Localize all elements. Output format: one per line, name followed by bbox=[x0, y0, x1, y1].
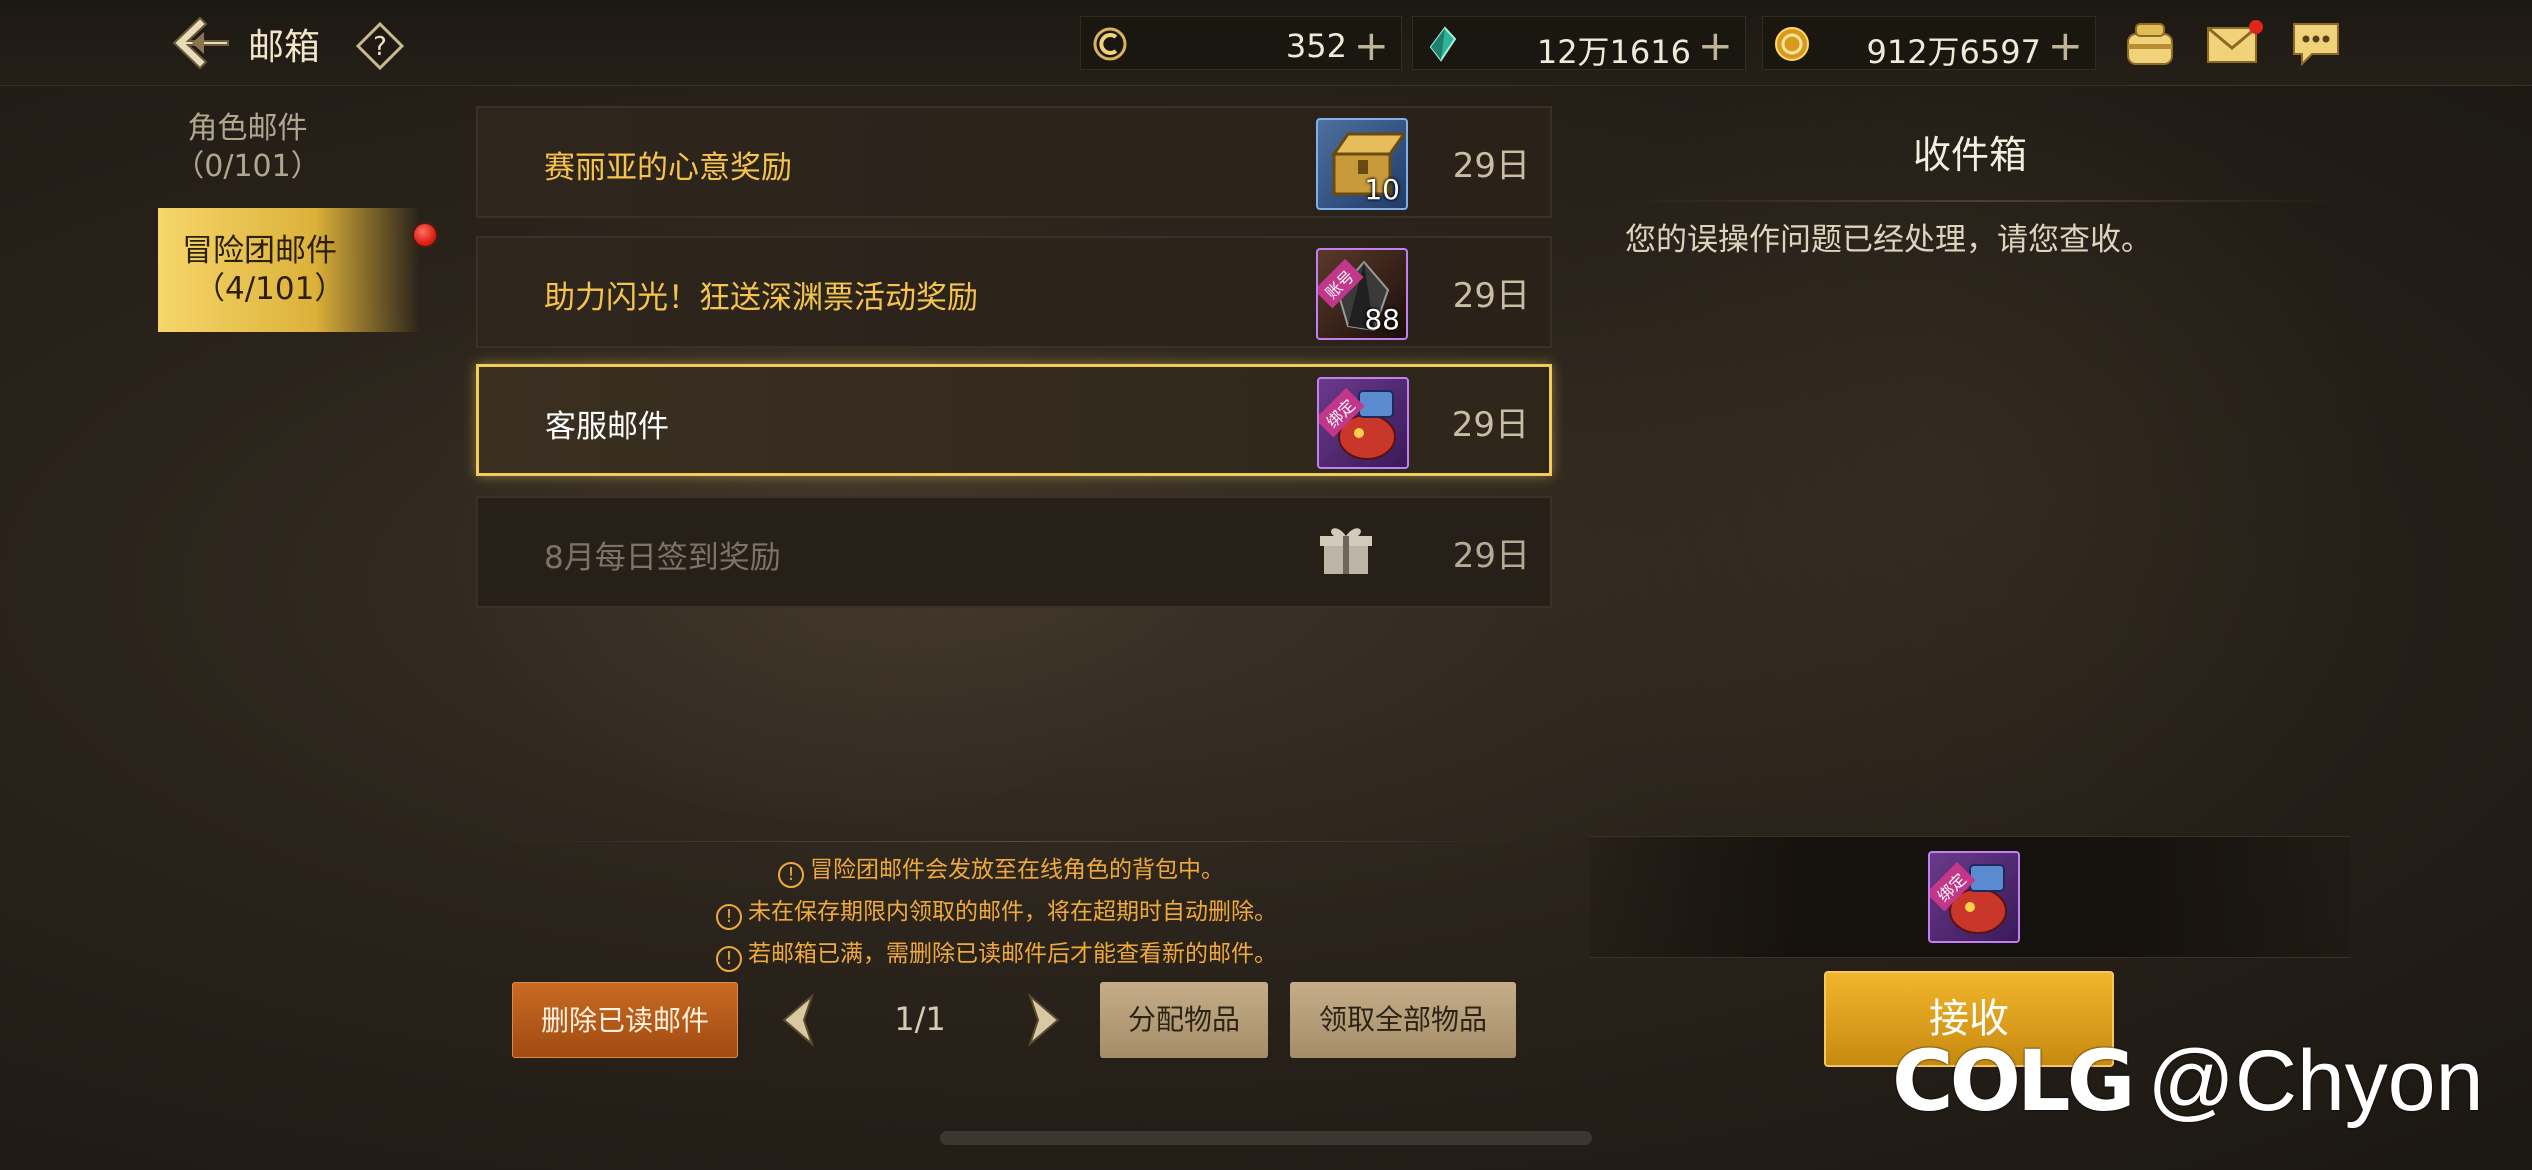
bound-item-icon: 绑定 bbox=[1317, 377, 1409, 469]
notice-line: ! 未在保存期限内领取的邮件，将在超期时自动删除。 bbox=[716, 892, 1277, 930]
pouch-button[interactable] bbox=[2122, 18, 2178, 70]
divider bbox=[480, 841, 1550, 842]
tab-count: （0/101） bbox=[174, 149, 321, 184]
help-icon: ? bbox=[355, 21, 405, 71]
mail-subject: 8月每日签到奖励 bbox=[544, 540, 781, 576]
resource-value: 12万1616 bbox=[1536, 33, 1691, 71]
notice-text: 冒险团邮件会发放至在线角色的背包中。 bbox=[810, 857, 1224, 883]
notice-text: 若邮箱已满，需删除已读邮件后才能查看新的邮件。 bbox=[748, 941, 1277, 967]
watermark-logo: COLG bbox=[1892, 1032, 2136, 1130]
next-page-button[interactable] bbox=[1024, 990, 1064, 1050]
chat-button[interactable] bbox=[2288, 18, 2344, 70]
watermark: COLG @Chyon bbox=[1892, 1032, 2483, 1130]
mail-item-selected[interactable]: 客服邮件 绑定 29日 bbox=[476, 364, 1552, 476]
warning-icon: ! bbox=[716, 904, 742, 930]
watermark-text: @Chyon bbox=[2147, 1032, 2484, 1129]
prev-page-button[interactable] bbox=[778, 990, 818, 1050]
mail-subject: 客服邮件 bbox=[545, 409, 669, 445]
mail-item-read[interactable]: 8月每日签到奖励 29日 bbox=[476, 496, 1552, 608]
page-indicator: 1/1 bbox=[894, 1000, 946, 1038]
mail-days-remaining: 29日 bbox=[1451, 405, 1529, 445]
claim-all-button[interactable]: 领取全部物品 bbox=[1290, 982, 1516, 1058]
mail-days-remaining: 29日 bbox=[1452, 146, 1530, 186]
svg-text:?: ? bbox=[373, 32, 387, 62]
resource-value: 352 bbox=[1285, 27, 1347, 65]
resource-counter-gems: 12万1616 + bbox=[1412, 16, 1746, 71]
mail-button[interactable] bbox=[2204, 18, 2263, 70]
chat-bubble-icon bbox=[2293, 23, 2339, 67]
pouch-icon bbox=[2127, 23, 2173, 65]
add-coins-button[interactable]: + bbox=[1354, 21, 1389, 70]
inbox-title: 收件箱 bbox=[1912, 133, 2027, 177]
page-title: 邮箱 bbox=[248, 27, 321, 68]
gold-coin-icon bbox=[1775, 27, 1809, 61]
tab-adventure-team-mail[interactable]: 冒险团邮件 （4/101） bbox=[158, 208, 420, 332]
tab-label: 冒险团邮件 bbox=[182, 233, 337, 269]
mail-subject: 助力闪光！狂送深渊票活动奖励 bbox=[544, 280, 978, 316]
delete-read-button[interactable]: 删除已读邮件 bbox=[512, 982, 738, 1058]
tab-character-mail[interactable]: 角色邮件 （0/101） bbox=[160, 110, 335, 190]
notice-text: 未在保存期限内领取的邮件，将在超期时自动删除。 bbox=[748, 899, 1277, 925]
notice-line: ! 若邮箱已满，需删除已读邮件后才能查看新的邮件。 bbox=[716, 934, 1277, 972]
back-arrow-icon bbox=[172, 16, 229, 70]
resource-value: 912万6597 bbox=[1866, 33, 2041, 71]
top-bar: 邮箱 ? 352 + 12万1616 + 912万6597 + bbox=[0, 0, 2532, 86]
item-quantity: 10 bbox=[1364, 173, 1400, 206]
gift-box-icon bbox=[1320, 528, 1372, 574]
chevron-left-icon bbox=[782, 992, 815, 1048]
back-button[interactable] bbox=[170, 14, 232, 72]
help-button[interactable]: ? bbox=[355, 21, 405, 71]
add-gems-button[interactable]: + bbox=[1698, 21, 1733, 70]
tab-count: （4/101） bbox=[194, 271, 346, 307]
home-indicator[interactable] bbox=[940, 1131, 1592, 1145]
mail-days-remaining: 29日 bbox=[1452, 276, 1530, 316]
envelope-icon bbox=[2207, 20, 2263, 63]
mail-subject: 赛丽亚的心意奖励 bbox=[544, 150, 792, 186]
resource-counter-gold: 912万6597 + bbox=[1762, 16, 2096, 71]
notification-dot bbox=[2249, 20, 2263, 34]
mail-item[interactable]: 赛丽亚的心意奖励 10 29日 bbox=[476, 106, 1552, 218]
mail-body: 您的误操作问题已经处理，请您查收。 bbox=[1625, 222, 2152, 258]
tab-label: 角色邮件 bbox=[187, 111, 308, 146]
item-quantity: 88 bbox=[1364, 303, 1400, 336]
mail-days-remaining: 29日 bbox=[1452, 536, 1530, 576]
green-gem-icon bbox=[1429, 26, 1457, 62]
warning-icon: ! bbox=[716, 946, 742, 972]
abyss-ticket-item-icon: 账号 88 bbox=[1316, 248, 1408, 340]
mail-item[interactable]: 助力闪光！狂送深渊票活动奖励 账号 88 29日 bbox=[476, 236, 1552, 348]
coin-c-icon bbox=[1093, 27, 1127, 61]
treasure-chest-item-icon: 10 bbox=[1316, 118, 1408, 210]
alert-badge bbox=[412, 222, 438, 248]
divider bbox=[1620, 200, 2340, 202]
attachment-item[interactable]: 绑定 bbox=[1928, 851, 2020, 943]
notice-line: ! 冒险团邮件会发放至在线角色的背包中。 bbox=[778, 850, 1224, 888]
distribute-items-button[interactable]: 分配物品 bbox=[1100, 982, 1268, 1058]
resource-counter-coins: 352 + bbox=[1080, 16, 1402, 70]
chevron-right-icon bbox=[1027, 992, 1060, 1048]
warning-icon: ! bbox=[778, 862, 804, 888]
add-gold-button[interactable]: + bbox=[2048, 21, 2083, 70]
